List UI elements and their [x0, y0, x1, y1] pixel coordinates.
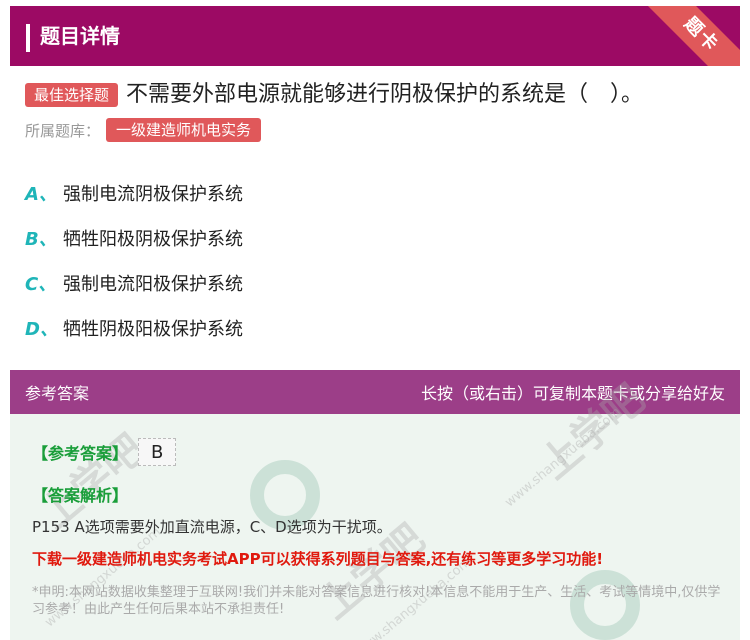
watermark-url: www.shangxueba.com	[502, 404, 625, 511]
option-text: 强制电流阳极保护系统	[63, 273, 243, 295]
reference-answer-row: 【参考答案】 B	[32, 438, 177, 466]
option-letter: A、	[25, 183, 57, 205]
option-text: 牺牲阳极阴极保护系统	[63, 228, 243, 250]
page-header: 题目详情 题卡	[10, 6, 740, 66]
question-type-badge: 最佳选择题	[25, 83, 119, 107]
option-text: 牺牲阴极阳极保护系统	[63, 318, 243, 340]
answer-section: 参考答案 长按（或右击）可复制本题卡或分享给好友 上学吧 上学吧 上学吧 www…	[10, 370, 740, 640]
reference-answer-label: 【参考答案】	[32, 444, 129, 463]
option-b[interactable]: B、 牺牲阳极阴极保护系统	[25, 215, 243, 260]
option-letter: D、	[25, 318, 58, 340]
question-bank-tag[interactable]: 一级建造师机电实务	[106, 118, 262, 142]
options-list: A、 强制电流阴极保护系统 B、 牺牲阳极阴极保护系统 C、 强制电流阳极保护系…	[25, 170, 243, 350]
option-a[interactable]: A、 强制电流阴极保护系统	[25, 170, 243, 215]
app-download-promo[interactable]: 下载一级建造师机电实务考试APP可以获得系列题目与答案,还有练习等更多学习功能!	[32, 548, 603, 569]
disclaimer-text: *申明:本网站数据收集整理于互联网!我们并未能对答案信息进行核对!本信息不能用于…	[32, 585, 721, 617]
answer-header-title: 参考答案	[25, 384, 90, 403]
option-letter: B、	[25, 228, 57, 250]
question-bank-label: 所属题库：	[25, 121, 101, 140]
question-text: 不需要外部电源就能够进行阴极保护的系统是（ ）。	[126, 82, 644, 107]
option-c[interactable]: C、 强制电流阳极保护系统	[25, 260, 243, 305]
reference-answer-value: B	[138, 438, 177, 466]
answer-explanation: P153 A选项需要外加直流电源，C、D选项为干扰项。	[32, 518, 392, 536]
answer-header: 参考答案 长按（或右击）可复制本题卡或分享给好友	[10, 370, 740, 414]
option-letter: C、	[25, 273, 57, 295]
copy-share-hint: 长按（或右击）可复制本题卡或分享给好友	[420, 384, 725, 403]
header-accent-bar	[26, 24, 30, 52]
option-d[interactable]: D、 牺牲阴极阳极保护系统	[25, 305, 243, 350]
option-text: 强制电流阴极保护系统	[63, 183, 243, 205]
question-block: 最佳选择题 不需要外部电源就能够进行阴极保护的系统是（ ）。 所属题库： 一级建…	[25, 80, 735, 142]
card-ribbon[interactable]: 题卡	[635, 6, 740, 66]
analysis-row: 【答案解析】	[32, 482, 128, 506]
page-title: 题目详情	[40, 24, 120, 48]
analysis-label: 【答案解析】	[32, 486, 129, 505]
